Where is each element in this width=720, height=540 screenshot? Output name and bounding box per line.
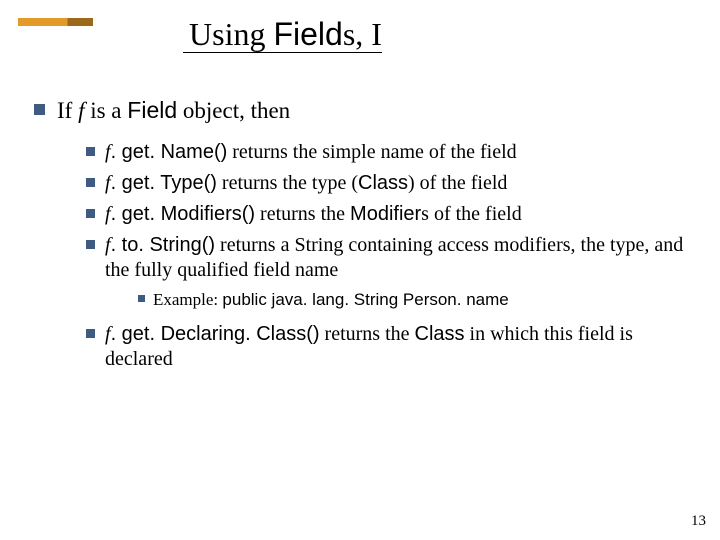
t: returns the: [320, 323, 415, 345]
bullet-text: f. get. Declaring. Class() returns the C…: [105, 322, 696, 372]
bullet-level2: f. get. Name() returns the simple name o…: [86, 140, 696, 165]
bullet-text: Example: public java. lang. String Perso…: [153, 289, 696, 310]
square-bullet-icon: [34, 104, 45, 115]
bullet-level2: f. to. String() returns a String contain…: [86, 233, 696, 283]
bullet-level3: Example: public java. lang. String Perso…: [138, 289, 696, 310]
code: Modifier: [350, 203, 421, 225]
code: Class: [358, 172, 408, 194]
square-bullet-icon: [86, 147, 95, 156]
bullet-level1: If f is a Field object, then: [34, 96, 696, 126]
code: Class: [415, 323, 465, 345]
slide-title: Using Fields, I: [183, 16, 382, 53]
slide-body: If f is a Field object, then f. get. Nam…: [34, 96, 696, 378]
code: . get. Modifiers(): [111, 203, 255, 225]
square-bullet-icon: [86, 240, 95, 249]
slide: Using Fields, I If f is a Field object, …: [0, 0, 720, 540]
bullet-text: f. to. String() returns a String contain…: [105, 233, 696, 283]
title-area: Using Fields, I: [18, 18, 382, 53]
code: . get. Name(): [111, 141, 228, 163]
title-text-suffix: s, I: [343, 16, 382, 52]
t: returns the type (: [217, 172, 358, 194]
bullet-level2: f. get. Type() returns the type (Class) …: [86, 171, 696, 196]
code: Field: [127, 97, 177, 123]
t: ) of the field: [408, 172, 507, 194]
square-bullet-icon: [86, 209, 95, 218]
t: object, then: [177, 98, 290, 123]
page-number: 13: [691, 513, 706, 530]
code: . get. Type(): [111, 172, 217, 194]
title-accent-bar: [18, 18, 93, 26]
bullet-level2: f. get. Declaring. Class() returns the C…: [86, 322, 696, 372]
bullet-level2: f. get. Modifiers() returns the Modifier…: [86, 202, 696, 227]
t: is a: [84, 98, 127, 123]
code: public java. lang. String Person. name: [222, 290, 508, 309]
square-bullet-icon: [86, 329, 95, 338]
code: . to. String(): [111, 234, 215, 256]
title-text-mono: Field: [273, 16, 342, 52]
title-text-plain: Using: [189, 16, 273, 52]
bullet-text: If f is a Field object, then: [57, 96, 696, 126]
t: returns the simple name of the field: [227, 141, 516, 163]
square-bullet-icon: [138, 295, 145, 302]
square-bullet-icon: [86, 178, 95, 187]
t: If: [57, 98, 78, 123]
code: . get. Declaring. Class(): [111, 323, 320, 345]
t: returns the: [255, 203, 350, 225]
bullet-text: f. get. Modifiers() returns the Modifier…: [105, 202, 696, 227]
t: Example:: [153, 290, 222, 309]
t: s of the field: [421, 203, 522, 225]
bullet-text: f. get. Name() returns the simple name o…: [105, 140, 696, 165]
bullet-text: f. get. Type() returns the type (Class) …: [105, 171, 696, 196]
